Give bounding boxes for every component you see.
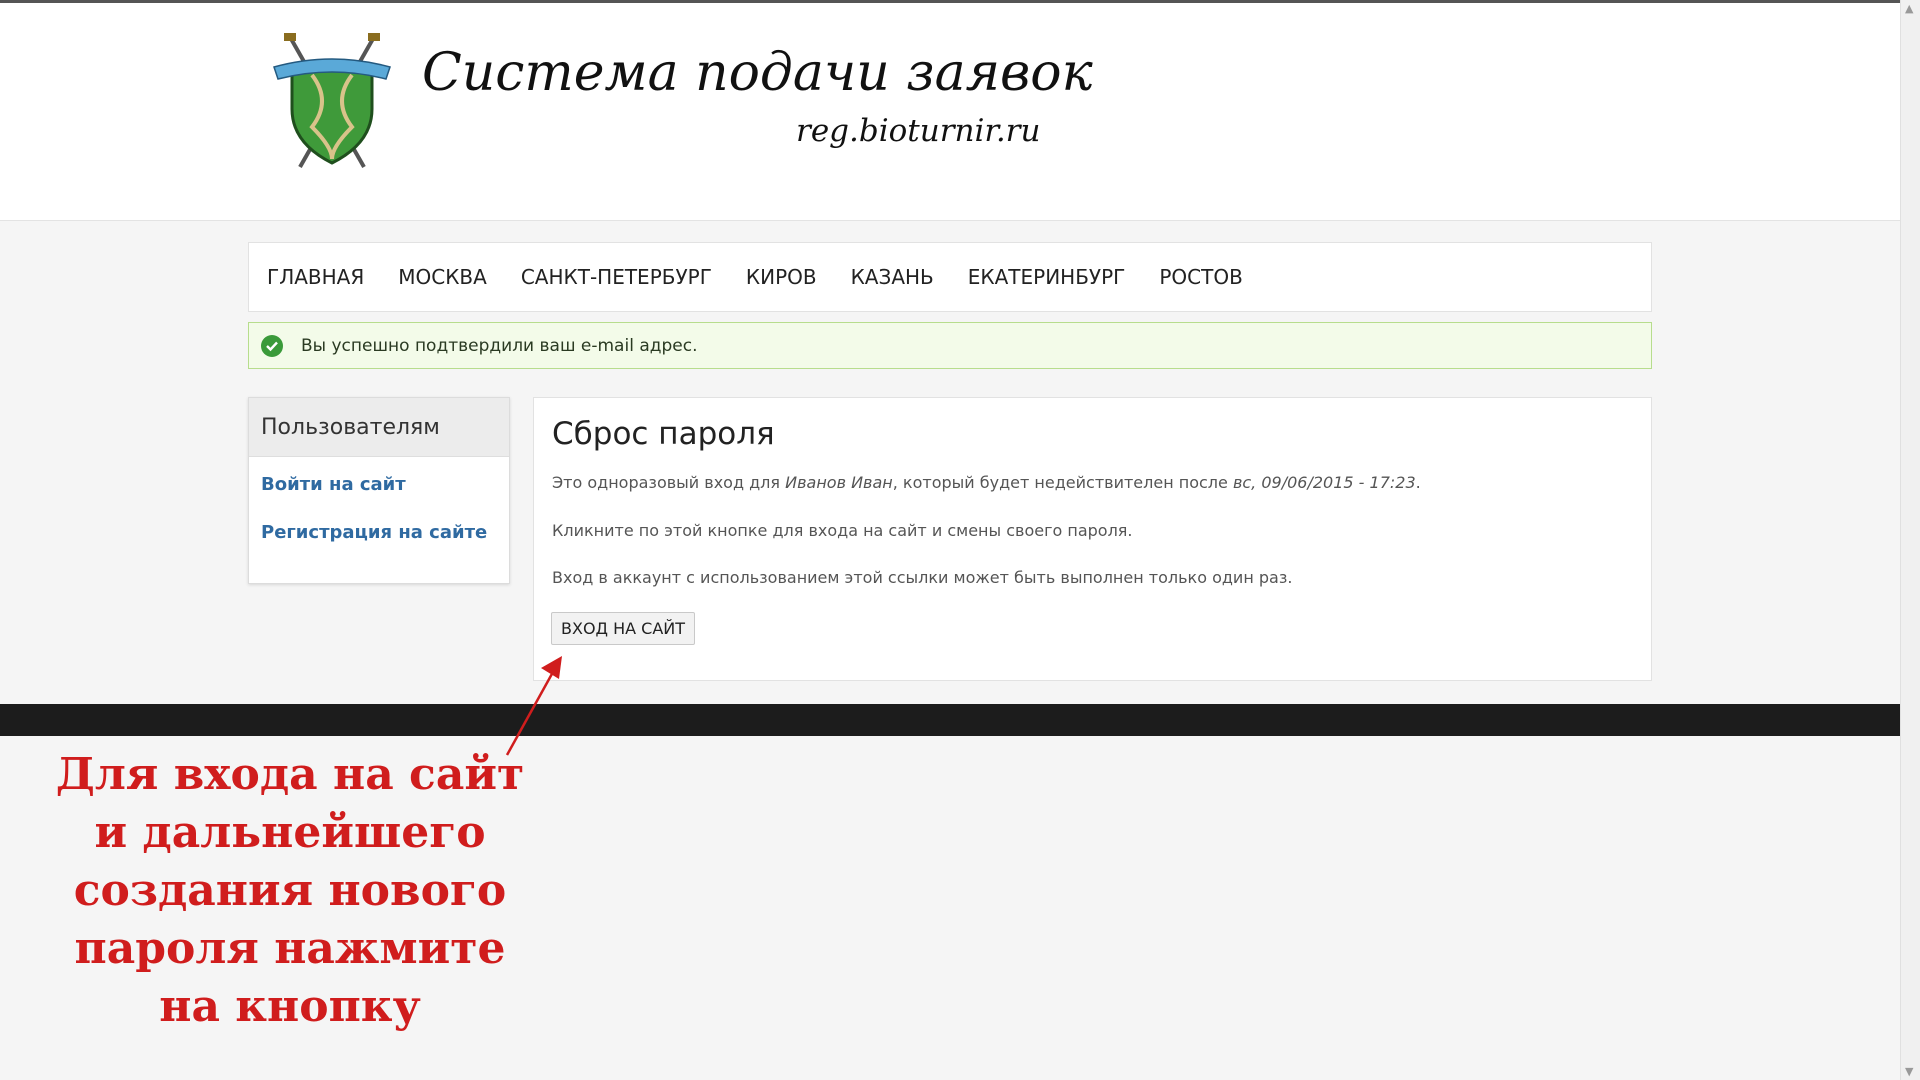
nav-item-moscow[interactable]: МОСКВА (398, 265, 487, 289)
p1-prefix: Это одноразовый вход для (552, 473, 786, 492)
nav-item-saint-petersburg[interactable]: САНКТ-ПЕТЕРБУРГ (521, 265, 712, 289)
sidebar-title: Пользователям (249, 398, 509, 457)
nav-item-kirov[interactable]: КИРОВ (746, 265, 817, 289)
annotation-line: Для входа на сайт (55, 749, 525, 800)
instruction-text: Кликните по этой кнопке для входа на сай… (552, 521, 1133, 540)
scroll-up-icon[interactable]: ▲ (1905, 2, 1913, 15)
annotation-line: на кнопку (159, 981, 421, 1032)
p1-middle: , который будет недействителен после (892, 473, 1233, 492)
site-title: Система подачи заявок (422, 43, 1093, 103)
annotation-line: пароля нажмите (74, 923, 506, 974)
annotation-line: создания нового (73, 865, 507, 916)
sidebar-link-register[interactable]: Регистрация на сайте (249, 522, 509, 543)
shield-logo-icon[interactable] (268, 31, 396, 175)
nav-item-kazan[interactable]: КАЗАНЬ (851, 265, 934, 289)
expiry-date: вс, 09/06/2015 - 17:23 (1232, 473, 1416, 492)
nav-item-yekaterinburg[interactable]: ЕКАТЕРИНБУРГ (968, 265, 1126, 289)
username: Иванов Иван (785, 473, 893, 492)
site-header: Система подачи заявок reg.bioturnir.ru (0, 3, 1900, 221)
alert-message: Вы успешно подтвердили ваш e-mail адрес. (301, 335, 698, 356)
nav-item-home[interactable]: ГЛАВНАЯ (267, 265, 364, 289)
login-button[interactable]: ВХОД НА САЙТ (551, 612, 696, 645)
annotation-line: и дальнейшего (94, 807, 486, 858)
site-url: reg.bioturnir.ru (796, 113, 1041, 149)
sidebar-users-block: Пользователям Войти на сайт Регистрация … (248, 397, 510, 584)
check-circle-icon (261, 334, 283, 357)
single-use-note: Вход в аккаунт с использованием этой ссы… (552, 568, 1293, 587)
annotation-instruction: Для входа на сайт и дальнейшего создания… (40, 746, 540, 1036)
sidebar-link-login[interactable]: Войти на сайт (249, 474, 509, 495)
one-time-login-text: Это одноразовый вход для Иванов Иван, ко… (552, 473, 1421, 492)
p1-suffix: . (1415, 473, 1421, 492)
password-reset-panel: Сброс пароля Это одноразовый вход для Ив… (533, 397, 1652, 681)
page-title: Сброс пароля (552, 416, 775, 452)
main-nav: ГЛАВНАЯ МОСКВА САНКТ-ПЕТЕРБУРГ КИРОВ КАЗ… (248, 242, 1652, 312)
nav-item-rostov[interactable]: РОСТОВ (1159, 265, 1242, 289)
footer-bar (0, 704, 1900, 736)
scroll-down-icon[interactable]: ▼ (1905, 1065, 1913, 1078)
success-alert: Вы успешно подтвердили ваш e-mail адрес. (248, 322, 1652, 369)
vertical-scrollbar[interactable]: ▲ ▼ (1900, 0, 1920, 1080)
